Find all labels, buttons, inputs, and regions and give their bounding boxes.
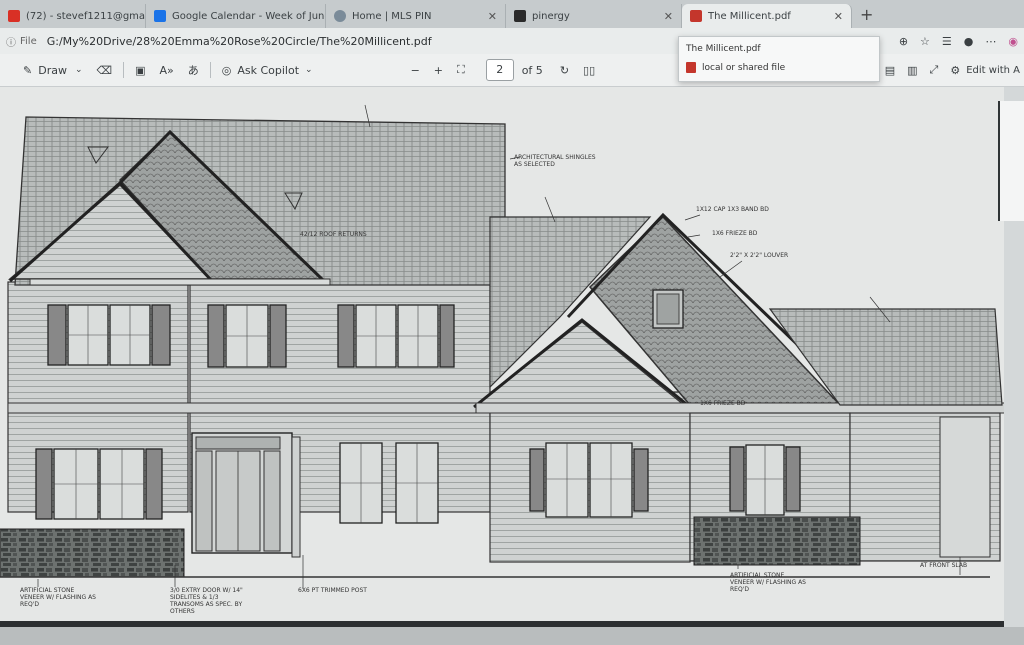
text-box-icon: ▣ [135,63,146,77]
translate-button[interactable]: あ [181,58,206,82]
file-label: File [20,35,37,47]
tab-mls-pin[interactable]: Home | MLS PIN ✕ [326,4,506,28]
fit-to-page-icon: ⛶ [457,63,465,76]
close-icon[interactable]: ✕ [480,10,497,23]
ask-copilot-label: Ask Copilot [237,63,300,77]
fit-page-button[interactable]: ⛶ [450,58,472,82]
tab-pinergy[interactable]: pinergy ✕ [506,4,682,28]
profile-avatar-icon[interactable]: ● [958,35,980,48]
elevation-drawing: ARCHITECTURAL SHINGLES AS SELECTED 42/12 … [0,87,1004,627]
page-view-button[interactable]: ▯▯ [576,58,602,82]
gmail-icon [8,10,20,22]
translate-icon: あ [187,64,199,77]
rotate-icon: ↻ [559,63,570,77]
eraser-icon: ⌫ [96,63,113,77]
note-roof-returns: 42/12 ROOF RETURNS [300,231,367,238]
tab-label: Google Calendar - Week of June 3 [172,10,326,22]
note-louver: 2'2" X 2'2" LOUVER [730,252,788,259]
tab-google-calendar[interactable]: Google Calendar - Week of June 3 ✕ [146,4,326,28]
new-tab-button[interactable]: + [852,4,881,28]
save-icon[interactable]: ▤ [879,64,901,77]
zoom-in-button[interactable]: + [427,58,450,82]
more-icon[interactable]: ⋯ [979,35,1002,48]
page-view-icon: ▯▯ [583,63,596,77]
tab-label: The Millicent.pdf [708,10,791,22]
draw-button[interactable]: ✎ Draw ⌄ [16,58,90,82]
tab-hover-card: The Millicent.pdf local or shared file [678,36,880,82]
calendar-icon [154,10,166,22]
page-count: of 5 [521,63,543,77]
browser-window: (72) - stevef1211@gmail.co ✕ Google Cale… [0,0,1024,645]
url-text[interactable]: G:/My%20Drive/28%20Emma%20Rose%20Circle/… [47,35,432,48]
globe-icon [334,10,346,22]
zoom-out-button[interactable]: − [404,58,427,82]
expand-icon[interactable]: ⤢ [924,63,945,77]
text-button[interactable]: ▣ [128,58,152,82]
draw-label: Draw [38,63,67,77]
settings-icon[interactable]: ⚙ [944,64,966,77]
favorites-icon[interactable]: ☰ [936,35,958,48]
save-as-icon[interactable]: ▥ [901,64,923,77]
tab-gmail[interactable]: (72) - stevef1211@gmail.co ✕ [0,4,146,28]
edit-with-button[interactable]: Edit with A [966,65,1024,76]
next-page-edge [998,101,1024,221]
pdf-icon [690,10,702,22]
tab-the-millicent-pdf[interactable]: The Millicent.pdf ✕ [682,4,852,28]
chevron-down-icon: ⌄ [74,65,83,75]
minus-icon: − [410,63,420,77]
hover-card-title: The Millicent.pdf [686,44,761,54]
tab-label: Home | MLS PIN [352,10,432,22]
divider [123,62,125,78]
zoom-icon[interactable]: ⊕ [893,35,914,48]
note-cap-band: 1X12 CAP 1X3 BAND BD [696,206,769,213]
hover-card-subtitle: local or shared file [702,62,786,73]
plus-icon: + [433,63,443,77]
pdf-page: ARCHITECTURAL SHINGLES AS SELECTED 42/12 … [0,87,1004,627]
viewer-footer [0,627,1024,645]
note-frieze-2: 1X6 FRIEZE BD [700,400,746,407]
divider [209,62,211,78]
eraser-button[interactable]: ⌫ [90,58,120,82]
tab-label: (72) - stevef1211@gmail.co [26,10,146,22]
tab-label: pinergy [532,10,570,22]
ask-copilot-button[interactable]: ◎ Ask Copilot ⌄ [215,58,320,82]
note-frieze: 1X6 FRIEZE BD [712,230,758,237]
note-post: 6X6 PT TRIMMED POST [298,587,367,594]
copilot-sidebar-icon[interactable]: ◉ [1002,35,1024,48]
pinergy-icon [514,10,526,22]
hover-card-source: local or shared file [686,62,785,73]
copilot-icon: ◎ [221,63,232,77]
pdf-viewer[interactable]: ARCHITECTURAL SHINGLES AS SELECTED 42/12 … [0,87,1024,645]
favorite-star-icon[interactable]: ☆ [914,35,936,48]
read-aloud-icon: A» [159,63,174,77]
tab-strip: (72) - stevef1211@gmail.co ✕ Google Cale… [0,0,1024,28]
page-number-input[interactable]: 2 [485,59,514,81]
chevron-down-icon: ⌄ [305,65,313,75]
close-icon[interactable]: ✕ [656,10,673,23]
rotate-button[interactable]: ↻ [553,58,576,82]
browser-actions: ⊕ ☆ ☰ ● ⋯ ◉ [893,28,1024,54]
read-aloud-button[interactable]: A» [152,58,180,82]
note-slab: AT FRONT SLAB [920,562,967,569]
close-icon[interactable]: ✕ [826,10,843,23]
pdf-icon [686,62,696,73]
pen-icon: ✎ [23,63,33,77]
info-icon[interactable]: ⓘ [6,34,16,49]
